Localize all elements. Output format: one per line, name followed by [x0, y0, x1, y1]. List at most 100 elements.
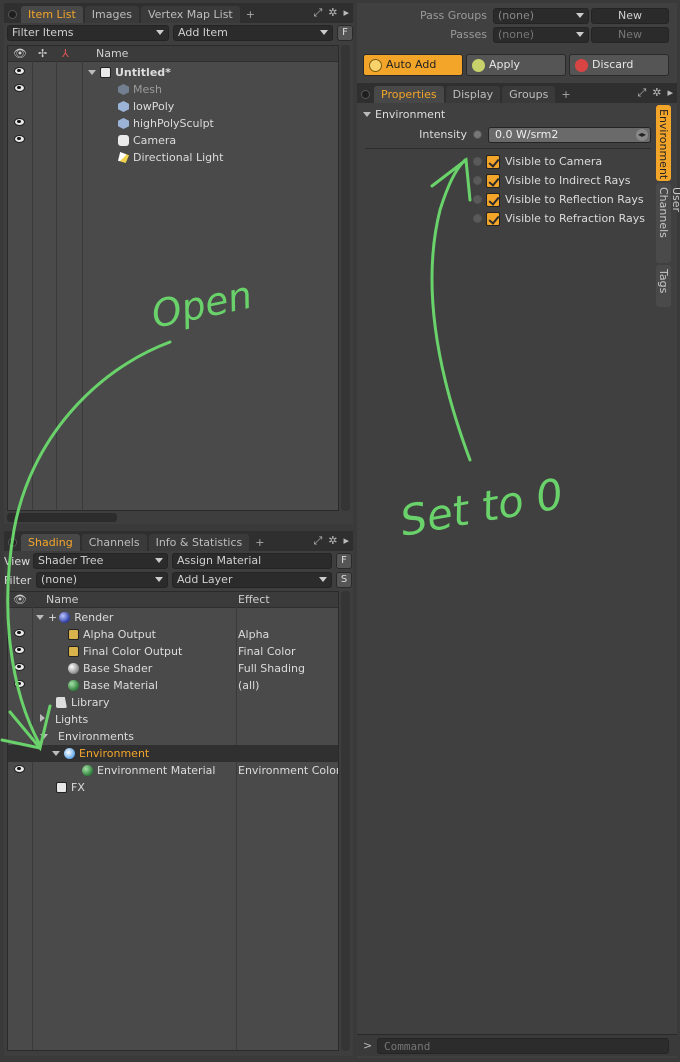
- add-item-dropdown[interactable]: Add Item: [173, 25, 333, 41]
- environment-section-header[interactable]: Environment: [363, 107, 651, 123]
- tab-properties[interactable]: Properties: [374, 86, 444, 103]
- visibility-column-icon[interactable]: 👁: [13, 47, 27, 60]
- assign-material-button[interactable]: Assign Material: [172, 553, 332, 569]
- eye-icon[interactable]: [14, 663, 25, 671]
- expand-icon[interactable]: [40, 714, 45, 722]
- f-button[interactable]: F: [336, 553, 352, 569]
- panel-menu-icon[interactable]: [8, 10, 17, 19]
- table-row[interactable]: Base Shader Full Shading: [8, 660, 338, 677]
- list-item[interactable]: Camera: [8, 132, 338, 149]
- table-row[interactable]: Environment Material Environment Color: [8, 762, 338, 779]
- eye-icon[interactable]: [14, 118, 25, 126]
- table-row[interactable]: Environments: [8, 728, 338, 745]
- maximize-icon[interactable]: ⤢: [313, 6, 322, 20]
- eye-icon[interactable]: [14, 84, 25, 92]
- expand-icon[interactable]: [36, 615, 44, 620]
- animate-dot-icon[interactable]: [473, 214, 482, 223]
- checkbox-checked-icon[interactable]: [486, 155, 500, 169]
- axis-column-icon[interactable]: ⅄: [62, 47, 69, 60]
- side-tab-environment[interactable]: Environment: [656, 105, 671, 181]
- visible-indirect-row[interactable]: Visible to Indirect Rays: [471, 172, 651, 191]
- table-row[interactable]: Alpha Output Alpha: [8, 626, 338, 643]
- tab-info-statistics[interactable]: Info & Statistics: [148, 534, 250, 551]
- expand-icon[interactable]: [88, 70, 96, 75]
- eye-icon[interactable]: [14, 67, 25, 75]
- filter-f-button[interactable]: F: [337, 25, 353, 41]
- eye-icon[interactable]: [14, 629, 25, 637]
- expand-icon[interactable]: [40, 734, 48, 739]
- panel-menu-icon[interactable]: [361, 90, 370, 99]
- auto-add-button[interactable]: Auto Add: [363, 54, 463, 76]
- animate-dot-icon[interactable]: [473, 195, 482, 204]
- discard-button[interactable]: Discard: [569, 54, 669, 76]
- visible-camera-row[interactable]: Visible to Camera: [471, 153, 651, 172]
- slider-arrows-icon[interactable]: ◂▸: [636, 129, 648, 141]
- tab-images[interactable]: Images: [84, 6, 139, 23]
- name-column-header[interactable]: Name: [96, 47, 128, 60]
- filter-items-dropdown[interactable]: Filter Items: [7, 25, 169, 41]
- tab-shading[interactable]: Shading: [21, 534, 80, 551]
- visible-reflection-row[interactable]: Visible to Reflection Rays: [471, 191, 651, 210]
- filter-dropdown[interactable]: (none): [36, 572, 168, 588]
- checkbox-checked-icon[interactable]: [486, 193, 500, 207]
- visibility-column-icon[interactable]: 👁: [13, 593, 27, 606]
- add-tab-button[interactable]: +: [251, 534, 268, 551]
- lock-column-icon[interactable]: ✢: [38, 47, 47, 60]
- view-dropdown[interactable]: Shader Tree: [33, 553, 168, 569]
- arrow-right-icon[interactable]: ▸: [343, 534, 349, 548]
- command-input[interactable]: [377, 1038, 669, 1054]
- tab-channels[interactable]: Channels: [81, 534, 147, 551]
- list-item[interactable]: highPolySculpt: [8, 115, 338, 132]
- arrow-right-icon[interactable]: ▸: [667, 86, 673, 100]
- eye-icon[interactable]: [14, 680, 25, 688]
- arrow-right-icon[interactable]: ▸: [343, 6, 349, 20]
- maximize-icon[interactable]: ⤢: [313, 534, 322, 548]
- tab-display[interactable]: Display: [445, 86, 501, 103]
- tab-vertex-map-list[interactable]: Vertex Map List: [140, 6, 240, 23]
- add-tab-button[interactable]: +: [557, 86, 574, 103]
- add-tab-button[interactable]: +: [242, 6, 259, 23]
- table-row[interactable]: + Render: [8, 609, 338, 626]
- item-list-tree[interactable]: 👁 ✢ ⅄ Name Untitled* Mesh lowPoly highPo…: [7, 45, 339, 511]
- s-button[interactable]: S: [336, 572, 352, 588]
- gear-icon[interactable]: ✲: [328, 534, 337, 548]
- animate-dot-icon[interactable]: [473, 130, 482, 139]
- new-pass-group-button[interactable]: New: [591, 8, 669, 24]
- list-item[interactable]: Mesh: [8, 81, 338, 98]
- table-row[interactable]: Environment: [8, 745, 338, 762]
- visible-refraction-row[interactable]: Visible to Refraction Rays: [471, 210, 651, 229]
- pass-groups-dropdown[interactable]: (none): [493, 8, 589, 24]
- vertical-scrollbar[interactable]: [341, 45, 350, 511]
- table-row[interactable]: Final Color Output Final Color: [8, 643, 338, 660]
- animate-dot-icon[interactable]: [473, 157, 482, 166]
- eye-icon[interactable]: [14, 646, 25, 654]
- passes-dropdown[interactable]: (none): [493, 27, 589, 43]
- new-pass-button[interactable]: New: [591, 27, 669, 43]
- checkbox-checked-icon[interactable]: [486, 212, 500, 226]
- side-tab-tags[interactable]: Tags: [656, 265, 671, 307]
- gear-icon[interactable]: ✲: [328, 6, 337, 20]
- table-row[interactable]: Library: [8, 694, 338, 711]
- list-item[interactable]: Directional Light: [8, 149, 338, 166]
- intensity-field[interactable]: 0.0 W/srm2 ◂▸: [488, 127, 651, 143]
- expand-icon[interactable]: [52, 751, 60, 756]
- table-row[interactable]: FX: [8, 779, 338, 796]
- list-item[interactable]: Untitled*: [8, 64, 338, 81]
- table-row[interactable]: Base Material (all): [8, 677, 338, 694]
- eye-icon[interactable]: [14, 765, 25, 773]
- horizontal-scrollbar[interactable]: [7, 513, 117, 522]
- list-item[interactable]: lowPoly: [8, 98, 338, 115]
- apply-button[interactable]: Apply: [466, 54, 566, 76]
- checkbox-checked-icon[interactable]: [486, 174, 500, 188]
- tab-item-list[interactable]: Item List: [21, 6, 83, 23]
- gear-icon[interactable]: ✲: [652, 86, 661, 100]
- maximize-icon[interactable]: ⤢: [637, 86, 646, 100]
- animate-dot-icon[interactable]: [473, 176, 482, 185]
- side-tab-user-channels[interactable]: User Channels: [656, 183, 680, 263]
- vertical-scrollbar[interactable]: [341, 591, 350, 1051]
- name-column-header[interactable]: Name: [46, 593, 78, 606]
- shader-tree[interactable]: 👁 Name Effect + Render Alpha Output Alpha…: [7, 591, 339, 1051]
- panel-menu-icon[interactable]: [8, 538, 17, 547]
- eye-icon[interactable]: [14, 135, 25, 143]
- tab-groups[interactable]: Groups: [502, 86, 556, 103]
